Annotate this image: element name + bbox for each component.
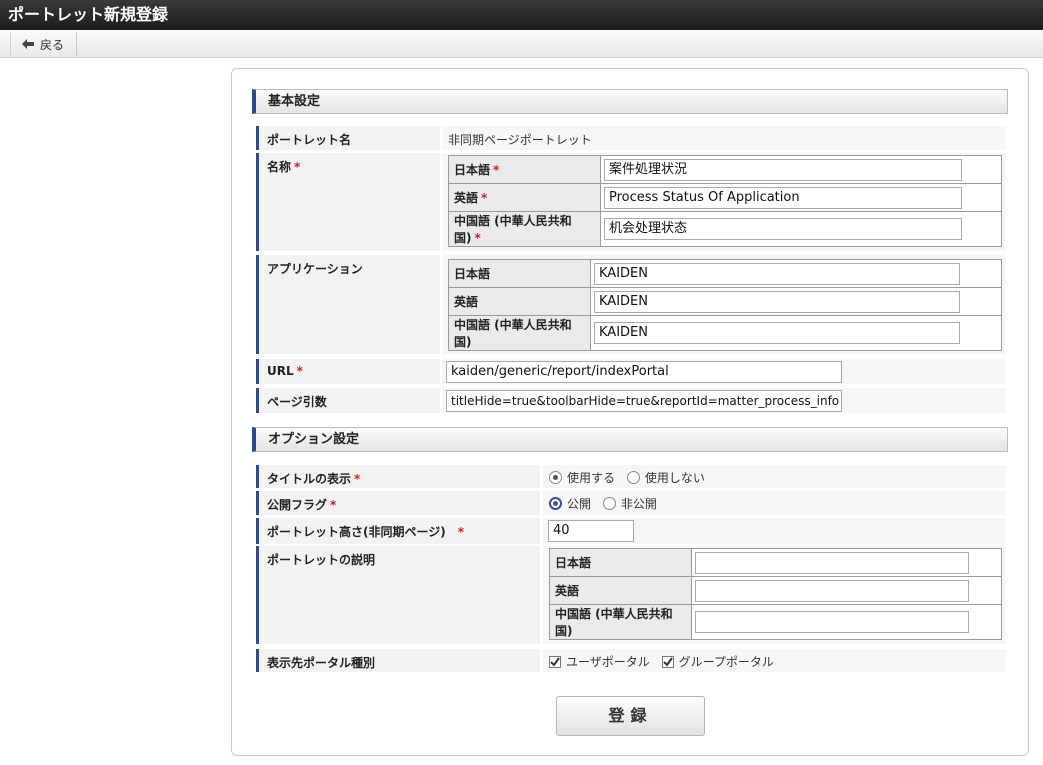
title-display-on-option[interactable]: 使用する (549, 469, 615, 486)
table-row: 日本語 * 案件処理状況 (448, 155, 1002, 184)
height-input[interactable]: 40 (548, 520, 634, 542)
name-ja-input[interactable]: 案件処理状況 (604, 158, 962, 181)
description-zh-input[interactable] (695, 611, 969, 633)
height-label: ポートレット高さ(非同期ページ) * (256, 518, 540, 544)
description-en-input[interactable] (695, 579, 969, 602)
description-ja-input[interactable] (695, 551, 969, 574)
public-flag-label: 公開フラグ * (256, 491, 540, 515)
register-button[interactable]: 登録 (556, 696, 705, 736)
private-option[interactable]: 非公開 (602, 495, 657, 512)
row-url: URL * kaiden/generic/report/indexPortal (256, 359, 1006, 384)
public-option[interactable]: 公開 (549, 495, 591, 512)
row-portlet-name: ポートレット名 非同期ページポートレット (256, 126, 1006, 150)
row-description: ポートレットの説明 日本語 英語 中国語 (中華人民共和国) (256, 546, 1006, 644)
section-basic-heading: 基本設定 (252, 89, 1008, 114)
row-height: ポートレット高さ(非同期ページ) * 40 (256, 518, 1006, 544)
title-display-label: タイトルの表示 * (256, 465, 540, 488)
table-row: 英語 (549, 576, 1002, 605)
page-args-input[interactable]: titleHide=true&toolbarHide=true&reportId… (446, 390, 842, 412)
row-application: アプリケーション 日本語 KAIDEN 英語 KAIDEN 中国語 (中華人民共… (256, 255, 1006, 354)
row-title-display: タイトルの表示 * 使用する 使用しない (256, 465, 1006, 488)
table-row: 中国語 (中華人民共和国) (549, 604, 1002, 640)
section-options-heading: オプション設定 (252, 427, 1008, 452)
name-zh-input[interactable]: 机会处理状态 (604, 218, 962, 240)
row-name: 名称 * 日本語 * 案件処理状況 英語 * Process Status Of Ap… (256, 153, 1006, 251)
page-args-label: ページ引数 (256, 388, 440, 413)
application-lang-table: 日本語 KAIDEN 英語 KAIDEN 中国語 (中華人民共和国) KAIDE… (448, 259, 1002, 351)
checkbox-checked-icon (661, 655, 674, 668)
table-row: 日本語 (549, 548, 1002, 577)
window-title: ポートレット新規登録 (0, 0, 1043, 30)
back-label: 戻る (40, 37, 65, 52)
arrow-left-icon (22, 39, 34, 49)
name-lang-table: 日本語 * 案件処理状況 英語 * Process Status Of Applic… (448, 155, 1002, 247)
table-row: 英語 KAIDEN (448, 287, 1002, 316)
radio-checked-icon (549, 497, 562, 510)
user-portal-checkbox[interactable]: ユーザポータル (549, 653, 650, 670)
table-row: 中国語 (中華人民共和国) * 机会处理状态 (448, 211, 1002, 247)
back-button[interactable]: 戻る (10, 32, 77, 56)
name-label: 名称 * (256, 153, 440, 251)
portlet-name-value: 非同期ページポートレット (442, 126, 1006, 150)
application-en-input[interactable]: KAIDEN (594, 290, 960, 313)
row-page-args: ページ引数 titleHide=true&toolbarHide=true&re… (256, 388, 1006, 413)
radio-checked-icon (549, 471, 562, 484)
url-label: URL * (256, 359, 440, 384)
application-ja-input[interactable]: KAIDEN (594, 262, 960, 285)
url-input[interactable]: kaiden/generic/report/indexPortal (446, 361, 842, 383)
radio-unchecked-icon (602, 497, 616, 510)
name-en-input[interactable]: Process Status Of Application (604, 186, 962, 209)
row-public-flag: 公開フラグ * 公開 非公開 (256, 491, 1006, 515)
row-portal-type: 表示先ポータル種別 ユーザポータル グループポータル (256, 649, 1006, 672)
description-label: ポートレットの説明 (256, 546, 540, 644)
title-display-off-option[interactable]: 使用しない (626, 469, 705, 486)
table-row: 日本語 KAIDEN (448, 259, 1002, 288)
table-row: 中国語 (中華人民共和国) KAIDEN (448, 315, 1002, 351)
portal-type-label: 表示先ポータル種別 (256, 649, 540, 672)
portlet-name-label: ポートレット名 (256, 126, 440, 150)
application-zh-input[interactable]: KAIDEN (594, 322, 960, 344)
radio-unchecked-icon (626, 471, 640, 484)
table-row: 英語 * Process Status Of Application (448, 183, 1002, 212)
group-portal-checkbox[interactable]: グループポータル (661, 653, 774, 670)
application-label: アプリケーション (256, 255, 440, 354)
description-lang-table: 日本語 英語 中国語 (中華人民共和国) (549, 548, 1002, 640)
checkbox-checked-icon (549, 655, 561, 668)
toolbar: 戻る (0, 30, 1043, 58)
